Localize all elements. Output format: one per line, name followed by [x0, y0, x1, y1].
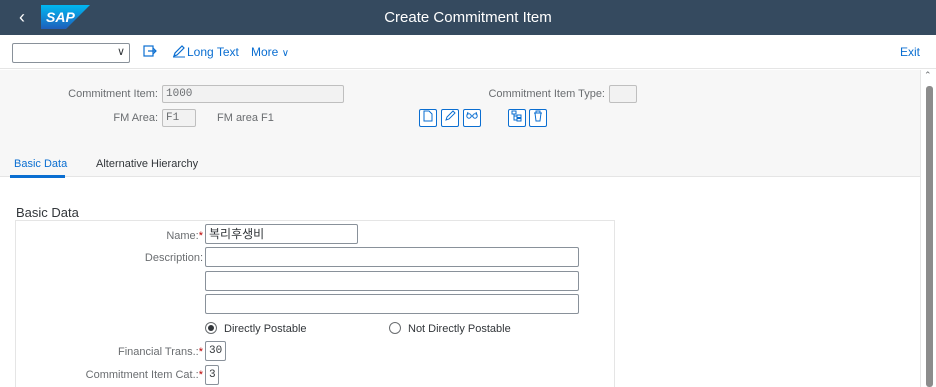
name-label-text: Name: — [166, 230, 199, 242]
description-field-1[interactable] — [205, 247, 579, 267]
commitment-item-type-field[interactable] — [609, 85, 637, 103]
section-title-basic-data: Basic Data — [16, 205, 79, 220]
required-marker: * — [198, 369, 203, 381]
fm-area-description: FM area F1 — [217, 112, 274, 124]
required-marker: * — [198, 346, 203, 358]
radio-directly-postable-label: Directly Postable — [224, 323, 307, 335]
financial-trans-label-text: Financial Trans.: — [118, 346, 199, 358]
financial-trans-field[interactable]: 30 — [205, 341, 226, 361]
name-field[interactable]: 복리후생비 — [205, 224, 358, 244]
toolbar: ∨ Long Text More ∨ Exit — [0, 35, 936, 69]
name-label: Name:* — [100, 230, 203, 242]
glasses-display-icon[interactable] — [463, 109, 481, 127]
display-change-icon[interactable] — [142, 44, 158, 60]
edit-pencil-icon[interactable] — [441, 109, 459, 127]
exit-button[interactable]: Exit — [900, 45, 920, 59]
radio-not-directly-postable[interactable] — [389, 322, 401, 334]
long-text-button[interactable]: Long Text — [187, 45, 239, 59]
more-menu-button[interactable]: More ∨ — [251, 45, 289, 59]
delete-trash-icon[interactable] — [529, 109, 547, 127]
page-title: Create Commitment Item — [384, 9, 552, 26]
commitment-item-type-label: Commitment Item Type: — [488, 88, 605, 100]
tab-basic-data[interactable]: Basic Data — [14, 158, 67, 170]
vertical-scrollbar[interactable]: ⌃ — [920, 70, 936, 387]
tab-alternative-hierarchy[interactable]: Alternative Hierarchy — [96, 158, 198, 170]
hierarchy-icon[interactable] — [508, 109, 526, 127]
commitment-item-label: Commitment Item: — [68, 88, 158, 100]
new-document-icon[interactable] — [419, 109, 437, 127]
fm-area-field[interactable]: F1 — [162, 109, 196, 127]
financial-trans-label: Financial Trans.:* — [80, 346, 203, 358]
commitment-item-cat-label: Commitment Item Cat.:* — [60, 369, 203, 381]
commitment-item-field[interactable]: 1000 — [162, 85, 344, 103]
required-marker: * — [198, 230, 203, 242]
commitment-item-cat-field[interactable]: 3 — [205, 365, 219, 385]
more-label: More — [251, 45, 279, 59]
chevron-down-icon: ∨ — [281, 48, 290, 59]
fm-area-label: FM Area: — [113, 112, 158, 124]
shell-bar: ‹ SAP Create Commitment Item — [0, 0, 936, 35]
description-label: Description: — [144, 252, 203, 264]
chevron-up-icon[interactable]: ⌃ — [924, 70, 932, 81]
long-text-icon — [171, 44, 187, 60]
command-dropdown[interactable]: ∨ — [12, 43, 130, 63]
description-field-2[interactable] — [205, 271, 579, 291]
tab-bar: Basic Data Alternative Hierarchy — [0, 150, 920, 178]
header-area — [0, 70, 920, 150]
radio-directly-postable[interactable] — [205, 322, 217, 334]
chevron-down-icon: ∨ — [116, 46, 125, 58]
description-field-3[interactable] — [205, 294, 579, 314]
scrollbar-thumb[interactable] — [926, 86, 933, 387]
commitment-item-cat-label-text: Commitment Item Cat.: — [85, 369, 199, 381]
radio-not-directly-postable-label: Not Directly Postable — [408, 323, 511, 335]
